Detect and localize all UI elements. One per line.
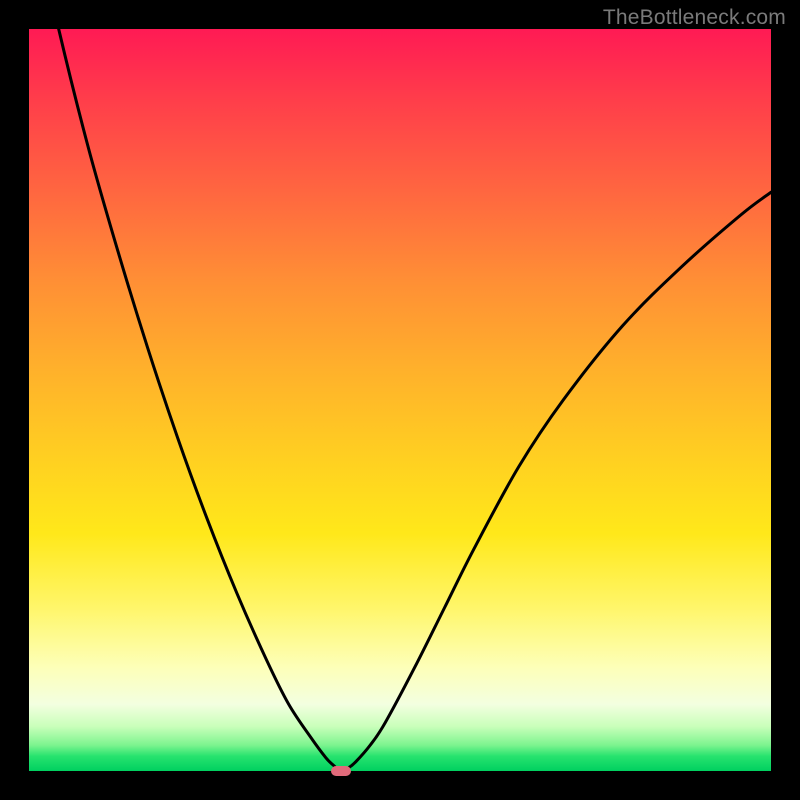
chart-frame: TheBottleneck.com — [0, 0, 800, 800]
bottleneck-curve — [29, 29, 771, 771]
minimum-marker — [331, 766, 351, 776]
plot-area — [29, 29, 771, 771]
watermark-text: TheBottleneck.com — [603, 6, 786, 30]
